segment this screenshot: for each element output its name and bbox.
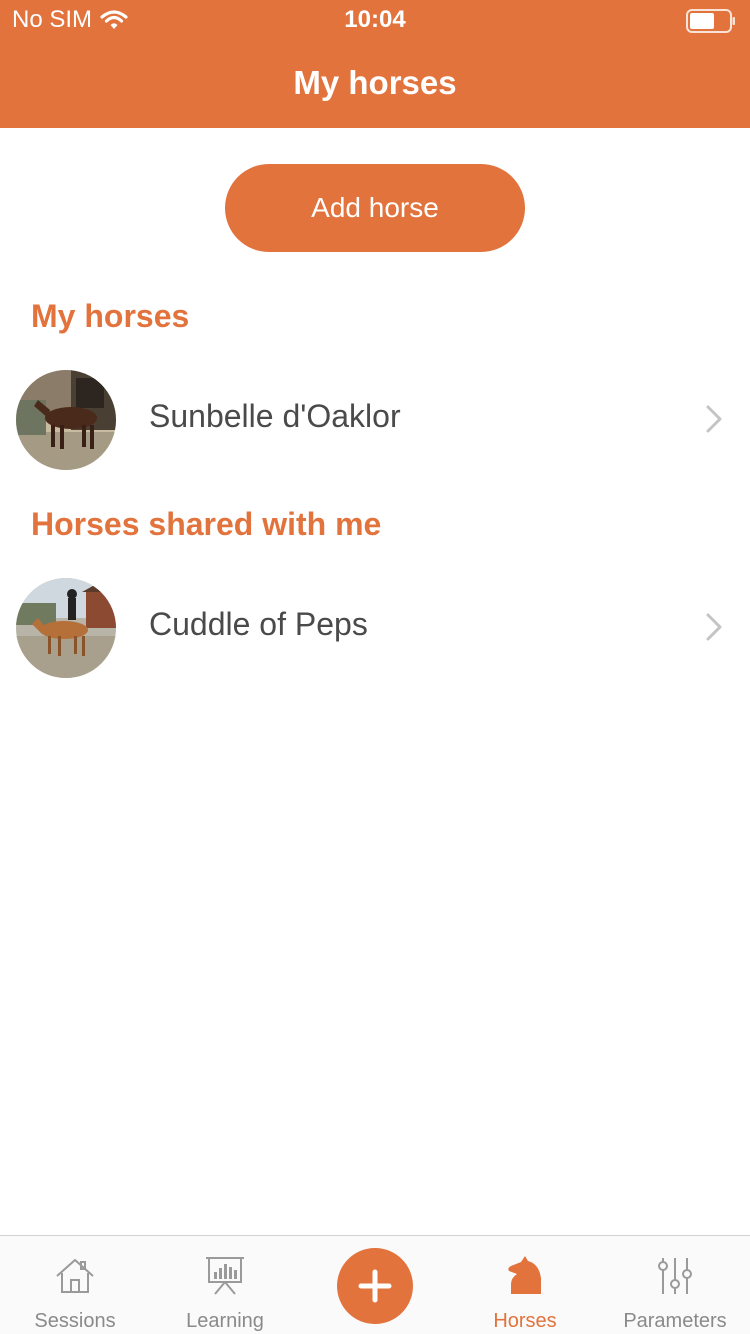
horse-name: Sunbelle d'Oaklor xyxy=(149,398,401,434)
chevron-right-icon xyxy=(706,405,722,433)
plus-icon xyxy=(358,1269,392,1303)
presentation-chart-icon xyxy=(206,1257,244,1295)
status-time: 10:04 xyxy=(344,6,406,33)
tab-sessions[interactable]: Sessions xyxy=(0,1236,150,1334)
add-session-button[interactable] xyxy=(337,1248,413,1324)
section-title-my-horses: My horses xyxy=(31,298,190,334)
house-icon xyxy=(56,1259,94,1293)
tab-label: Parameters xyxy=(623,1310,727,1332)
tab-bar: Sessions Learning Horses Parameters xyxy=(0,1235,750,1334)
horse-avatar xyxy=(16,370,116,470)
section-title-shared-horses: Horses shared with me xyxy=(31,506,382,542)
horse-head-icon xyxy=(508,1256,541,1294)
page-title: My horses xyxy=(293,64,457,101)
sliders-icon xyxy=(658,1258,692,1294)
tab-label: Horses xyxy=(493,1310,557,1332)
tab-horses[interactable]: Horses xyxy=(450,1236,600,1334)
app-header: No SIM 10:04 My horses xyxy=(0,0,750,128)
chevron-right-icon xyxy=(706,613,722,641)
horse-avatar xyxy=(16,578,116,678)
horse-name: Cuddle of Peps xyxy=(149,606,368,642)
battery-icon xyxy=(686,9,735,33)
tab-parameters[interactable]: Parameters xyxy=(600,1236,750,1334)
status-bar: No SIM 10:04 xyxy=(0,0,750,40)
tab-label: Learning xyxy=(186,1310,264,1332)
add-horse-button[interactable]: Add horse xyxy=(225,164,525,252)
horse-row-cuddle[interactable]: Cuddle of Peps xyxy=(0,573,750,683)
tab-learning[interactable]: Learning xyxy=(150,1236,300,1334)
horse-row-sunbelle[interactable]: Sunbelle d'Oaklor xyxy=(0,365,750,475)
tab-label: Sessions xyxy=(34,1310,116,1332)
